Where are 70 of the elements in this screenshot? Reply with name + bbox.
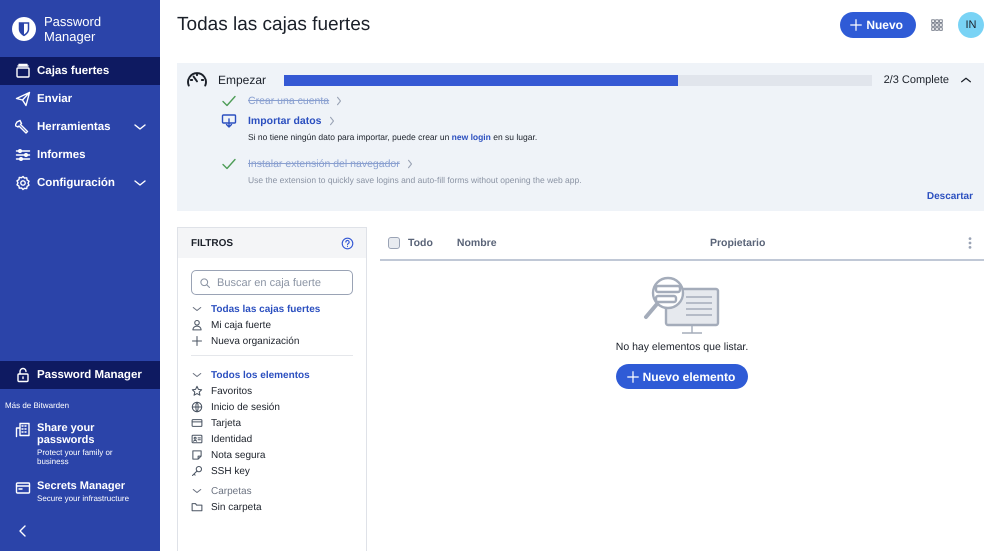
building-icon: [15, 422, 31, 438]
filter-item[interactable]: Mi caja fuerte: [191, 317, 353, 333]
filter-item[interactable]: Nueva organización: [191, 333, 353, 349]
nav-item[interactable]: Enviar: [0, 85, 160, 113]
settings-icon: [15, 175, 31, 191]
promo-link[interactable]: Secrets Manager Secure your infrastructure: [0, 476, 160, 513]
nav-item[interactable]: Herramientas: [0, 113, 160, 141]
checkmark-icon: [221, 93, 237, 109]
globe-icon: [191, 401, 203, 413]
filter-item[interactable]: SSH key: [191, 463, 353, 479]
logo-icon: [12, 17, 36, 41]
task-link[interactable]: Importar datos: [248, 115, 322, 127]
task-description: Use the extension to quickly save logins and auto-fill forms without opening the web app.: [247, 175, 583, 185]
filter-heading[interactable]: Todos los elementos: [191, 367, 353, 383]
checkmark-icon: [221, 156, 237, 172]
promo-title: Share your passwords: [37, 422, 96, 446]
note-icon: [191, 449, 203, 461]
product-switcher-item[interactable]: Password Manager: [0, 361, 160, 389]
page-title: Todas las cajas fuertes: [177, 14, 372, 36]
paper-plane-icon: [15, 91, 31, 107]
folder-icon: [191, 501, 203, 513]
new-button[interactable]: Nuevo: [840, 12, 916, 38]
progress-label: 2/3 Complete: [884, 74, 949, 86]
filters-title: FILTROS: [191, 238, 234, 248]
select-all-checkbox[interactable]: [388, 237, 400, 249]
filter-item[interactable]: Sin carpeta: [191, 499, 353, 515]
onboarding-title: Empezar: [218, 73, 266, 87]
new-login-link[interactable]: new login: [452, 132, 491, 142]
app-grid-icon[interactable]: [930, 18, 944, 32]
search-field[interactable]: Buscar en caja fuerte: [191, 270, 353, 295]
id-card-icon: [191, 433, 203, 445]
filter-item[interactable]: Inicio de sesión: [191, 399, 353, 415]
star-icon: [191, 385, 203, 397]
nav-item[interactable]: Cajas fuertes: [0, 57, 160, 85]
lock-icon: [15, 367, 31, 383]
filter-item[interactable]: Nota segura: [191, 447, 353, 463]
promo-subtitle: Protect your family or business: [37, 448, 114, 466]
user-avatar[interactable]: IN: [958, 12, 984, 38]
sliders-icon: [15, 147, 31, 163]
key-icon: [191, 465, 203, 477]
promo-link[interactable]: Share your passwords Protect your family or business: [0, 418, 160, 476]
promo-subtitle: Secure your infrastructure: [37, 494, 130, 503]
column-header[interactable]: Propietario: [710, 237, 956, 249]
plus-icon: [849, 18, 864, 32]
person-icon: [191, 319, 203, 331]
nav-item[interactable]: Configuración: [0, 169, 160, 197]
promo-title: Secrets Manager: [37, 480, 126, 492]
app-name: Password Manager: [44, 14, 102, 44]
column-header: Todo: [408, 237, 433, 249]
filter-item[interactable]: Favoritos: [191, 383, 353, 399]
import-icon: [221, 113, 237, 129]
filter-item[interactable]: Identidad: [191, 431, 353, 447]
filter-heading[interactable]: Todas las cajas fuertes: [191, 301, 353, 317]
filter-item[interactable]: Tarjeta: [191, 415, 353, 431]
filter-heading[interactable]: Carpetas: [191, 483, 353, 499]
search-icon: [199, 277, 211, 289]
window-icon: [15, 480, 31, 496]
new-item-button[interactable]: Nuevo elemento: [616, 364, 748, 389]
empty-state-message: No hay elementos que listar.: [616, 341, 748, 353]
dismiss-button[interactable]: Descartar: [926, 191, 973, 202]
wrench-icon: [15, 119, 31, 135]
column-header[interactable]: Nombre: [456, 237, 702, 249]
task-description: Si no tiene ningún dato para importar, puede crear un new login en su lugar.: [247, 132, 538, 142]
card-icon: [191, 417, 203, 429]
vault-icon: [15, 63, 31, 79]
nav-item[interactable]: Informes: [0, 141, 160, 169]
plus-icon: [191, 335, 203, 347]
section-label: Más de Bitwarden: [4, 400, 70, 412]
plus-icon: [626, 370, 640, 384]
help-icon[interactable]: [341, 236, 354, 250]
